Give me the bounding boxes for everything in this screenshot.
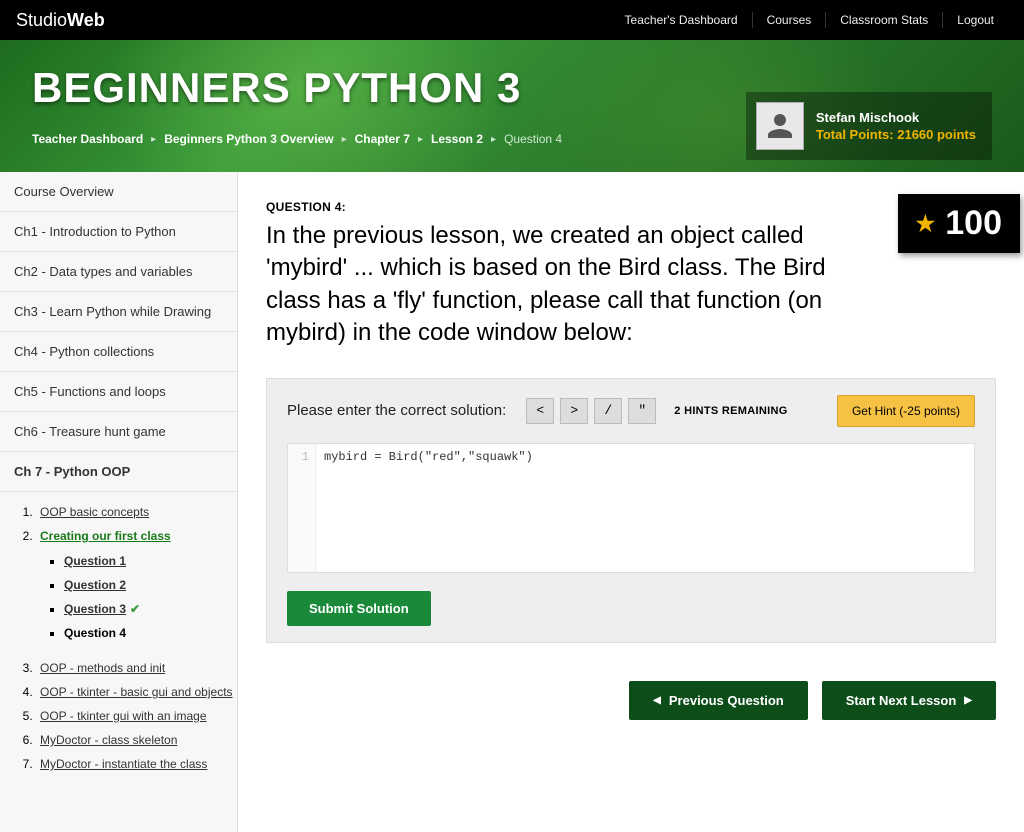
question-content: ★ 100 QUESTION 4: In the previous lesson… xyxy=(238,172,1024,832)
logo-text-light: Studio xyxy=(16,10,67,30)
line-number: 1 xyxy=(302,450,309,464)
course-header: BEGINNERS PYTHON 3 Teacher Dashboard ▸ B… xyxy=(0,40,1024,172)
editor-prompt: Please enter the correct solution: xyxy=(287,402,506,419)
question-current-label: Question 4 xyxy=(64,626,126,640)
code-editor[interactable]: 1 mybird = Bird("red","squawk") xyxy=(287,443,975,573)
lesson-link[interactable]: MyDoctor - class skeleton xyxy=(40,733,177,747)
question-text: In the previous lesson, we created an ob… xyxy=(266,220,826,350)
sidebar-lesson-2-active[interactable]: Creating our first class Question 1 Ques… xyxy=(36,524,237,656)
sidebar-question-3[interactable]: Question 3 ✔ xyxy=(64,597,233,621)
user-avatar[interactable] xyxy=(756,102,804,150)
sidebar-lesson-3[interactable]: OOP - methods and init xyxy=(36,656,237,680)
points-value: 21660 points xyxy=(897,127,976,142)
question-link[interactable]: Question 1 xyxy=(64,554,126,568)
nav-teachers-dashboard[interactable]: Teacher's Dashboard xyxy=(611,12,752,28)
course-sidebar: Course Overview Ch1 - Introduction to Py… xyxy=(0,172,238,832)
lesson-link[interactable]: OOP basic concepts xyxy=(40,505,149,519)
nav-courses[interactable]: Courses xyxy=(752,12,826,28)
char-button-quote[interactable]: " xyxy=(628,398,656,424)
sidebar-chapter-6[interactable]: Ch6 - Treasure hunt game xyxy=(0,412,237,452)
breadcrumb-separator: ▸ xyxy=(151,134,156,145)
prev-label: Previous Question xyxy=(669,693,784,708)
chevron-right-icon: ▶ xyxy=(964,695,972,706)
chevron-left-icon: ◀ xyxy=(653,695,661,706)
user-info-box: Stefan Mischook Total Points: 21660 poin… xyxy=(746,92,992,160)
check-icon: ✔ xyxy=(130,602,140,616)
lesson-link[interactable]: OOP - tkinter gui with an image xyxy=(40,709,207,723)
breadcrumb: Teacher Dashboard ▸ Beginners Python 3 O… xyxy=(32,132,562,154)
nav-classroom-stats[interactable]: Classroom Stats xyxy=(825,12,942,28)
sidebar-chapter-3[interactable]: Ch3 - Learn Python while Drawing xyxy=(0,292,237,332)
sidebar-lesson-6[interactable]: MyDoctor - class skeleton xyxy=(36,728,237,752)
char-button-slash[interactable]: / xyxy=(594,398,622,424)
line-number-gutter: 1 xyxy=(288,444,316,572)
lesson-link[interactable]: MyDoctor - instantiate the class xyxy=(40,757,207,771)
sidebar-lesson-7[interactable]: MyDoctor - instantiate the class xyxy=(36,752,237,776)
get-hint-button[interactable]: Get Hint (-25 points) xyxy=(837,395,975,427)
breadcrumb-separator: ▸ xyxy=(418,134,423,145)
next-lesson-button[interactable]: Start Next Lesson ▶ xyxy=(822,681,996,720)
breadcrumb-separator: ▸ xyxy=(491,134,496,145)
breadcrumb-teacher-dashboard[interactable]: Teacher Dashboard xyxy=(32,132,143,146)
sidebar-question-1[interactable]: Question 1 xyxy=(64,549,233,573)
site-logo[interactable]: StudioWeb xyxy=(16,10,105,31)
lesson-link[interactable]: OOP - methods and init xyxy=(40,661,165,675)
char-button-group: < > / " xyxy=(526,398,656,424)
sidebar-questions-list: Question 1 Question 2 Question 3 ✔ Questi… xyxy=(40,543,233,651)
question-nav-buttons: ◀ Previous Question Start Next Lesson ▶ xyxy=(266,681,996,720)
submit-solution-button[interactable]: Submit Solution xyxy=(287,591,431,626)
person-icon xyxy=(762,108,798,144)
score-badge: ★ 100 xyxy=(898,194,1020,253)
sidebar-chapter-4[interactable]: Ch4 - Python collections xyxy=(0,332,237,372)
sidebar-chapter-2[interactable]: Ch2 - Data types and variables xyxy=(0,252,237,292)
star-icon: ★ xyxy=(916,211,936,237)
score-value: 100 xyxy=(945,204,1002,243)
nav-logout[interactable]: Logout xyxy=(942,12,1008,28)
breadcrumb-course-overview[interactable]: Beginners Python 3 Overview xyxy=(164,132,333,146)
sidebar-lesson-1[interactable]: OOP basic concepts xyxy=(36,500,237,524)
hints-remaining-label: 2 HINTS REMAINING xyxy=(674,405,787,417)
sidebar-question-2[interactable]: Question 2 xyxy=(64,573,233,597)
question-link[interactable]: Question 3 xyxy=(64,602,126,616)
question-label: QUESTION 4: xyxy=(266,200,996,214)
top-nav-bar: StudioWeb Teacher's Dashboard Courses Cl… xyxy=(0,0,1024,40)
sidebar-chapter-7-current[interactable]: Ch 7 - Python OOP xyxy=(0,452,237,492)
breadcrumb-separator: ▸ xyxy=(342,134,347,145)
sidebar-question-4-current[interactable]: Question 4 xyxy=(64,621,233,645)
user-info-text: Stefan Mischook Total Points: 21660 poin… xyxy=(816,110,976,142)
logo-text-bold: Web xyxy=(67,10,105,30)
char-button-lt[interactable]: < xyxy=(526,398,554,424)
editor-toolbar: Please enter the correct solution: < > /… xyxy=(287,395,975,427)
sidebar-lesson-5[interactable]: OOP - tkinter gui with an image xyxy=(36,704,237,728)
breadcrumb-current: Question 4 xyxy=(504,132,562,146)
code-text[interactable]: mybird = Bird("red","squawk") xyxy=(316,444,541,572)
lesson-link[interactable]: OOP - tkinter - basic gui and objects xyxy=(40,685,233,699)
sidebar-course-overview[interactable]: Course Overview xyxy=(0,172,237,212)
main-layout: Course Overview Ch1 - Introduction to Py… xyxy=(0,172,1024,832)
sidebar-lessons-list: OOP basic concepts Creating our first cl… xyxy=(0,492,237,784)
breadcrumb-chapter[interactable]: Chapter 7 xyxy=(355,132,410,146)
char-button-gt[interactable]: > xyxy=(560,398,588,424)
lesson-link[interactable]: Creating our first class xyxy=(40,529,171,543)
top-nav-links: Teacher's Dashboard Courses Classroom St… xyxy=(611,12,1008,28)
question-link[interactable]: Question 2 xyxy=(64,578,126,592)
sidebar-lesson-4[interactable]: OOP - tkinter - basic gui and objects xyxy=(36,680,237,704)
sidebar-chapter-1[interactable]: Ch1 - Introduction to Python xyxy=(0,212,237,252)
previous-question-button[interactable]: ◀ Previous Question xyxy=(629,681,808,720)
next-label: Start Next Lesson xyxy=(846,693,957,708)
user-name: Stefan Mischook xyxy=(816,110,976,125)
user-points: Total Points: 21660 points xyxy=(816,127,976,142)
breadcrumb-lesson[interactable]: Lesson 2 xyxy=(431,132,483,146)
points-label: Total Points: xyxy=(816,127,894,142)
editor-panel: Please enter the correct solution: < > /… xyxy=(266,378,996,643)
sidebar-chapter-5[interactable]: Ch5 - Functions and loops xyxy=(0,372,237,412)
